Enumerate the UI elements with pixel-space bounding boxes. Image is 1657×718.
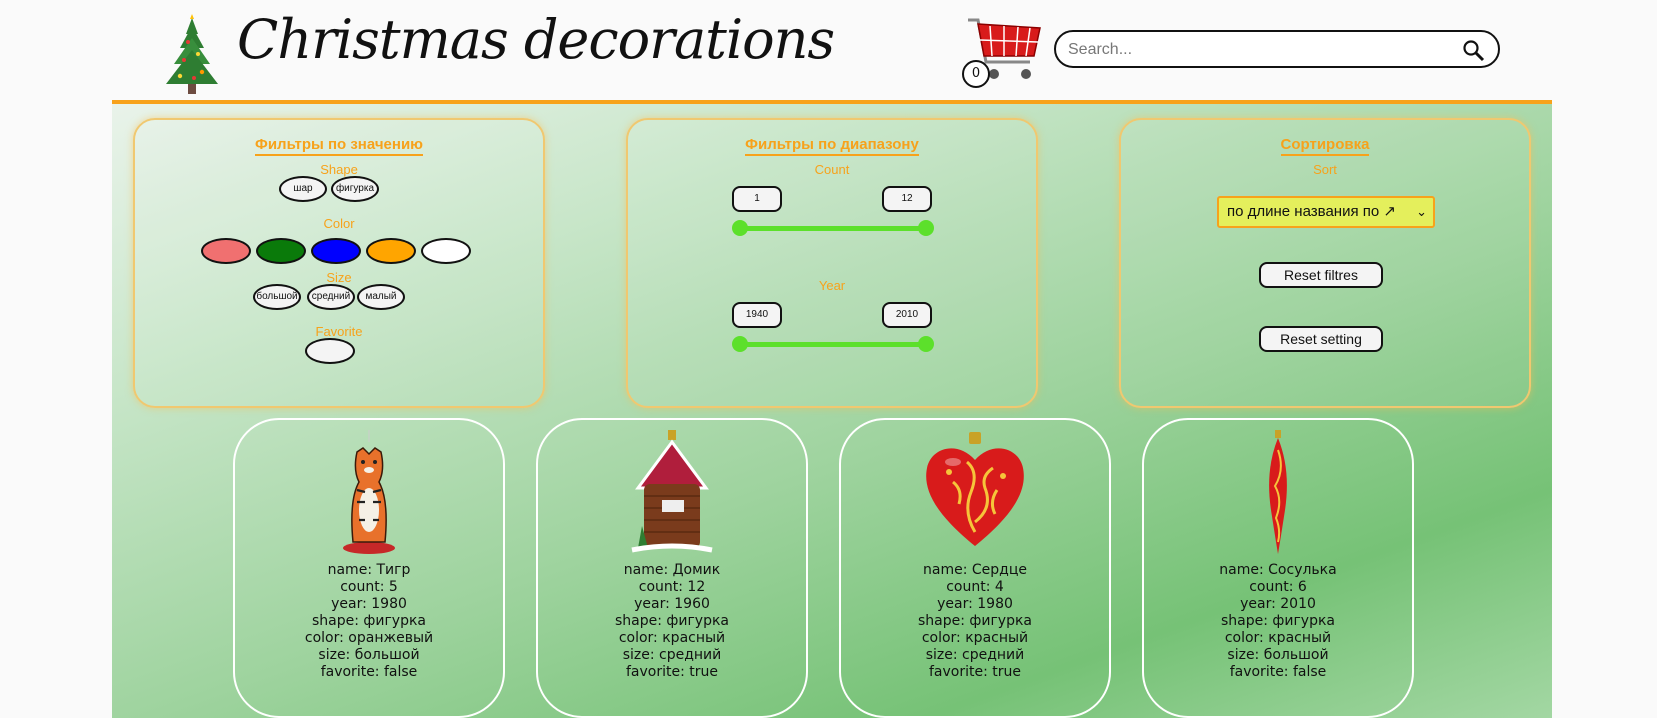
- count-label: Count: [814, 162, 850, 177]
- year-min-handle[interactable]: [732, 336, 748, 352]
- year-max-handle[interactable]: [918, 336, 934, 352]
- sorting-panel: Сортировка Sort по длине названия по ↗ ⌄…: [1119, 118, 1531, 408]
- toy-card-info: name: Тигр count: 5 year: 1980 shape: фи…: [235, 562, 503, 681]
- toy-shape: shape: фигурка: [311, 613, 427, 629]
- color-yellow-swatch[interactable]: [366, 238, 416, 264]
- sort-selected-value: по длине названия по ↗: [1227, 203, 1396, 220]
- toy-name: name: Тигр: [327, 562, 411, 578]
- toy-card-info: name: Домик count: 12 year: 1960 shape: …: [538, 562, 806, 681]
- sorting-title: Сортировка: [1121, 136, 1529, 156]
- chevron-down-icon: ⌄: [1416, 204, 1427, 219]
- size-small-button[interactable]: малый: [357, 284, 405, 310]
- toy-color: color: красный: [1224, 630, 1332, 646]
- toy-shape: shape: фигурка: [614, 613, 730, 629]
- year-label: Year: [818, 278, 846, 293]
- toy-favorite: favorite: true: [928, 664, 1021, 680]
- toy-year: year: 1980: [937, 596, 1013, 612]
- favorite-toggle[interactable]: [305, 338, 355, 364]
- heart-toy-image: [926, 432, 1024, 546]
- toy-name: name: Домик: [623, 562, 721, 578]
- count-max-handle[interactable]: [918, 220, 934, 236]
- toy-favorite: favorite: true: [625, 664, 718, 680]
- year-max-value: 2010: [882, 302, 932, 328]
- size-large-button[interactable]: большой: [253, 284, 301, 310]
- christmas-tree-icon[interactable]: [162, 14, 222, 96]
- search-icon[interactable]: [1462, 39, 1486, 63]
- toy-color: color: красный: [618, 630, 726, 646]
- toy-year: year: 2010: [1240, 596, 1316, 612]
- header: Christmas decorations 0: [112, 0, 1552, 104]
- value-filters-title: Фильтры по значению: [135, 136, 543, 156]
- toy-card-info: name: Сосулька count: 6 year: 2010 shape…: [1144, 562, 1412, 681]
- tiger-toy-image: [343, 430, 395, 554]
- color-green-swatch[interactable]: [256, 238, 306, 264]
- toy-count: count: 4: [946, 579, 1004, 595]
- shape-ball-button[interactable]: шар: [279, 176, 327, 202]
- color-blue-swatch[interactable]: [311, 238, 361, 264]
- toy-favorite: favorite: false: [320, 664, 418, 680]
- toy-card[interactable]: name: Сердце count: 4 year: 1980 shape: …: [839, 418, 1111, 718]
- toy-size: size: средний: [925, 647, 1025, 663]
- size-medium-button[interactable]: средний: [307, 284, 355, 310]
- reset-filters-button[interactable]: Reset filtres: [1259, 262, 1383, 288]
- search-input[interactable]: [1068, 38, 1448, 62]
- toy-size: size: большой: [1227, 647, 1329, 663]
- toy-size: size: средний: [622, 647, 722, 663]
- count-max-value: 12: [882, 186, 932, 212]
- toy-count: count: 6: [1249, 579, 1307, 595]
- toy-shape: shape: фигурка: [917, 613, 1033, 629]
- toy-favorite: favorite: false: [1229, 664, 1327, 680]
- color-white-swatch[interactable]: [421, 238, 471, 264]
- color-red-swatch[interactable]: [201, 238, 251, 264]
- toy-year: year: 1960: [634, 596, 710, 612]
- toy-color: color: оранжевый: [304, 630, 434, 646]
- site-title: Christmas decorations: [237, 8, 835, 71]
- toy-shape: shape: фигурка: [1220, 613, 1336, 629]
- count-min-value: 1: [732, 186, 782, 212]
- toy-card-info: name: Сердце count: 4 year: 1980 shape: …: [841, 562, 1109, 681]
- search-box: [1054, 30, 1500, 68]
- toy-count: count: 12: [638, 579, 706, 595]
- size-label: Size: [326, 270, 352, 285]
- reset-setting-button[interactable]: Reset setting: [1259, 326, 1383, 352]
- toy-card[interactable]: name: Сосулька count: 6 year: 2010 shape…: [1142, 418, 1414, 718]
- value-filters-panel: Фильтры по значению Shape шар фигурка Co…: [133, 118, 545, 408]
- shape-label: Shape: [320, 162, 358, 177]
- count-min-handle[interactable]: [732, 220, 748, 236]
- house-toy-image: [631, 430, 713, 553]
- year-min-value: 1940: [732, 302, 782, 328]
- year-range-slider: [732, 336, 934, 352]
- toy-card[interactable]: name: Домик count: 12 year: 1960 shape: …: [536, 418, 808, 718]
- icicle-toy-image: [1269, 430, 1287, 554]
- toy-count: count: 5: [340, 579, 398, 595]
- toy-name: name: Сосулька: [1219, 562, 1337, 578]
- range-filters-title: Фильтры по диапазону: [628, 136, 1036, 156]
- count-range-slider: [732, 220, 934, 236]
- toy-name: name: Сердце: [923, 562, 1027, 578]
- shape-figure-button[interactable]: фигурка: [331, 176, 379, 202]
- toy-year: year: 1980: [331, 596, 407, 612]
- toy-color: color: красный: [921, 630, 1029, 646]
- toy-card[interactable]: name: Тигр count: 5 year: 1980 shape: фи…: [233, 418, 505, 718]
- favorite-label: Favorite: [315, 324, 363, 339]
- sort-label: Sort: [1313, 162, 1337, 177]
- range-filters-panel: Фильтры по диапазону Count 1 12 Year 194…: [626, 118, 1038, 408]
- cart-count-badge: 0: [962, 60, 990, 88]
- main-content: Фильтры по значению Shape шар фигурка Co…: [112, 104, 1552, 718]
- sort-select[interactable]: по длине названия по ↗ ⌄: [1217, 196, 1435, 228]
- toy-size: size: большой: [318, 647, 420, 663]
- color-label: Color: [323, 216, 355, 231]
